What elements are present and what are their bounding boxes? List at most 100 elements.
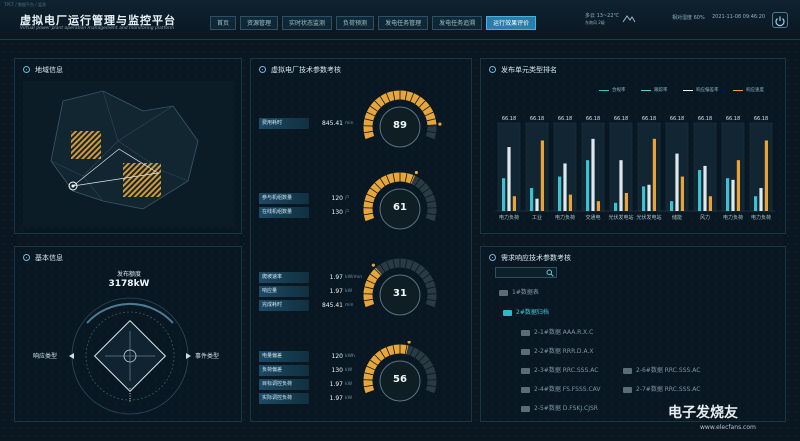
folder-icon bbox=[521, 405, 530, 412]
param-label: 电量偏差 bbox=[259, 351, 309, 362]
chart-bar bbox=[726, 178, 730, 211]
chart-category-label: 风力 bbox=[700, 214, 710, 221]
weather-sub: 东南风 2级 bbox=[585, 20, 605, 25]
chart-bar bbox=[586, 160, 590, 211]
param-unit: kW bbox=[345, 396, 353, 401]
legend-label: 跟踪率 bbox=[654, 88, 668, 93]
chart-top-label: 66.18 bbox=[670, 116, 684, 122]
panel-title: 发布单元类型排名 bbox=[501, 66, 557, 74]
chart-bar bbox=[652, 138, 656, 211]
panel-title: 虚拟电厂技术参数考核 bbox=[271, 66, 341, 74]
chart-bar bbox=[642, 186, 646, 211]
param-value: 845.41 bbox=[322, 302, 343, 309]
chart-bar bbox=[754, 196, 758, 211]
legend-swatch bbox=[641, 89, 651, 91]
param-value: 1.97 bbox=[329, 395, 343, 402]
tree-item[interactable]: 2-1#数据 AAA.R.X.C bbox=[521, 327, 593, 336]
tech-param-panel: 虚拟电厂技术参数考核 费用耗时 845.41 min 89 参与机组数量 120 户在线机组… bbox=[250, 58, 472, 422]
map-region-a[interactable] bbox=[71, 131, 101, 159]
tree-item[interactable]: 2-4#数据 FS.FSSS.CAV bbox=[521, 384, 601, 393]
chart-bar bbox=[680, 176, 684, 211]
param-unit: kW bbox=[345, 368, 353, 373]
gauge-value: 89 bbox=[393, 120, 407, 131]
param-unit: kWh bbox=[345, 354, 355, 359]
ranking-panel: 发布单元类型排名 合规率 跟踪率 响应偏差率 响应速度 66.18 电力负荷 66.… bbox=[480, 58, 786, 234]
chart-category-label: 储能 bbox=[672, 214, 682, 221]
datetime: 2021-11-08 09:46:20 bbox=[712, 14, 766, 20]
legend-swatch bbox=[599, 89, 609, 91]
chart-top-label: 66.18 bbox=[642, 116, 656, 122]
watermark-url: www.elecfans.com bbox=[700, 424, 756, 431]
chart-bar bbox=[708, 196, 712, 211]
chart-bar bbox=[736, 160, 740, 211]
tree-item[interactable]: 1#数据表 bbox=[499, 287, 539, 296]
param-unit: min bbox=[345, 121, 354, 126]
chart-bar bbox=[764, 140, 768, 211]
tree-item[interactable]: 2-3#数据 RRC.SSS.AC bbox=[521, 365, 598, 374]
chart-bar bbox=[670, 201, 674, 211]
tree-item[interactable]: 2-6#数据 RRC.SSS.AC bbox=[623, 365, 700, 374]
folder-icon bbox=[521, 329, 530, 336]
legend-item[interactable]: 响应速度 bbox=[733, 87, 764, 93]
tree-search-input[interactable] bbox=[495, 267, 557, 278]
capacity-value: 3178kW bbox=[108, 279, 150, 289]
tree-item[interactable]: 2-2#数据 RRR.D.A.X bbox=[521, 346, 593, 355]
tab-task-manage[interactable]: 发电任务管理 bbox=[378, 16, 429, 30]
chart-bar bbox=[596, 201, 600, 211]
tab-task-trace[interactable]: 发电任务追溯 bbox=[432, 16, 483, 30]
folder-icon bbox=[521, 348, 530, 355]
tab-home[interactable]: 首页 bbox=[210, 16, 237, 30]
panel-title: 基本信息 bbox=[35, 254, 63, 262]
power-button[interactable] bbox=[772, 12, 788, 28]
param-value: 1.97 bbox=[329, 381, 343, 388]
folder-icon bbox=[623, 386, 632, 393]
folder-icon bbox=[623, 367, 632, 374]
chart-bar bbox=[535, 198, 539, 211]
chart-bar bbox=[675, 153, 679, 211]
chart-bar bbox=[563, 163, 567, 211]
map-view[interactable] bbox=[23, 81, 235, 227]
panel-bullet-icon bbox=[489, 66, 496, 73]
radar-graphic bbox=[69, 297, 191, 415]
chart-top-label: 66.18 bbox=[586, 116, 600, 122]
param-label: 目标调控负荷 bbox=[259, 379, 309, 390]
param-unit: kW bbox=[345, 382, 353, 387]
param-value: 845.41 bbox=[322, 120, 343, 127]
tree-item[interactable]: 2-5#数据 D.FSKJ.CJSR bbox=[521, 403, 598, 412]
chart-top-label: 66.18 bbox=[754, 116, 768, 122]
chart-bar bbox=[647, 184, 651, 211]
tree-item-active[interactable]: 2#数据归档 bbox=[503, 307, 549, 316]
chart-top-label: 66.18 bbox=[530, 116, 544, 122]
param-label: 完成耗时 bbox=[259, 300, 309, 311]
capacity-label: 发布额度 bbox=[116, 271, 141, 278]
param-label: 爬坡速率 bbox=[259, 272, 309, 283]
app-header: TPCT / 数据平台 / 监测 虚拟电厂运行管理与监控平台 Virtual p… bbox=[0, 0, 800, 40]
legend-swatch bbox=[733, 89, 743, 91]
breadcrumb: TPCT / 数据平台 / 监测 bbox=[4, 2, 46, 7]
param-label: 负荷偏差 bbox=[259, 365, 309, 376]
search-icon[interactable] bbox=[546, 269, 554, 277]
gauge-pointer bbox=[371, 263, 375, 267]
humidity-text: 相对湿度 60% bbox=[672, 15, 705, 21]
chart-bar bbox=[619, 160, 623, 211]
tab-evaluation[interactable]: 运行效果评价 bbox=[486, 16, 537, 30]
map-svg bbox=[50, 90, 199, 210]
chart-bar bbox=[558, 176, 562, 211]
panel-title: 需求响应技术参数考核 bbox=[501, 254, 571, 262]
param-value: 1.97 bbox=[329, 274, 343, 281]
chart-bar bbox=[614, 202, 618, 211]
chart-top-label: 66.18 bbox=[698, 116, 712, 122]
chart-bar bbox=[591, 138, 595, 211]
map-region-b[interactable] bbox=[123, 163, 161, 197]
tree-item[interactable]: 2-7#数据 RRC.SSS.AC bbox=[623, 384, 700, 393]
chart-top-label: 66.18 bbox=[558, 116, 572, 122]
tab-resource[interactable]: 资源管理 bbox=[240, 16, 279, 30]
watermark-logo: 电子发烧友 bbox=[668, 405, 738, 421]
legend-item[interactable]: 合规率 bbox=[599, 87, 626, 93]
param-label: 在线机组数量 bbox=[259, 207, 309, 218]
legend-item[interactable]: 跟踪率 bbox=[641, 87, 668, 93]
chart-bar bbox=[731, 179, 735, 211]
legend-item[interactable]: 响应偏差率 bbox=[683, 87, 719, 93]
tab-realtime[interactable]: 实时状态监测 bbox=[282, 16, 333, 30]
tab-forecast[interactable]: 负荷预测 bbox=[336, 16, 375, 30]
